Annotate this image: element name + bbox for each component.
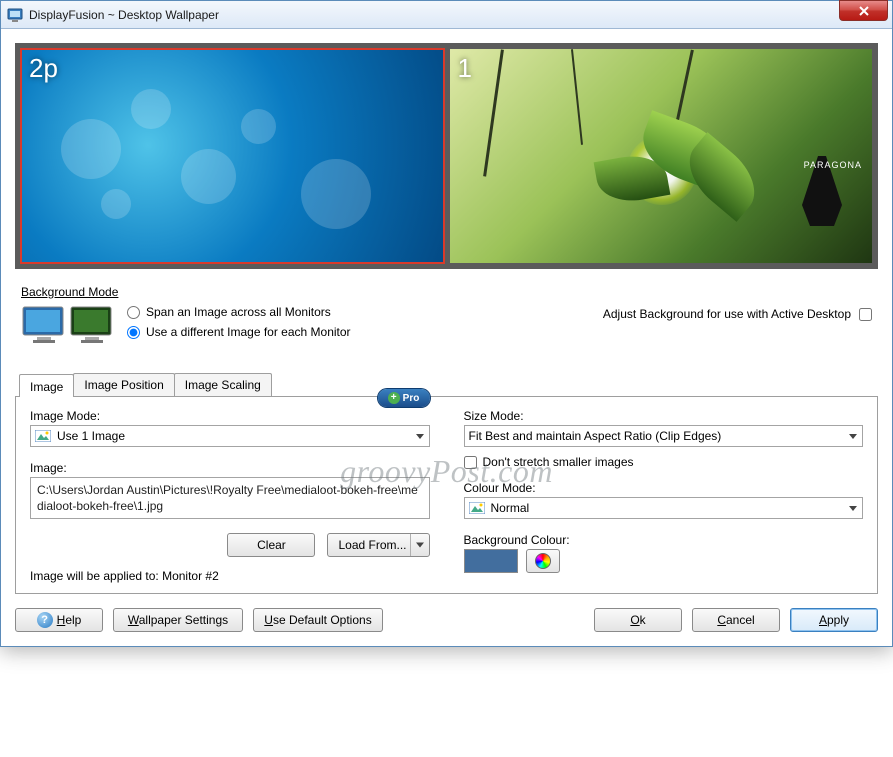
picture-icon [35, 430, 51, 442]
apply-button[interactable]: Apply [790, 608, 878, 632]
background-mode-row: Span an Image across all Monitors Use a … [15, 303, 878, 347]
radio-span-image-label: Span an Image across all Monitors [146, 305, 331, 319]
help-button[interactable]: ? Help [15, 608, 103, 632]
preview-frame: 2p 1 PAR [15, 43, 878, 269]
dont-stretch-label: Don't stretch smaller images [483, 455, 634, 469]
chevron-down-icon [844, 426, 862, 446]
size-mode-label: Size Mode: [464, 409, 864, 423]
colour-picker-button[interactable] [526, 549, 560, 573]
cancel-button[interactable]: Cancel [692, 608, 780, 632]
image-mode-combo[interactable]: Use 1 Image [30, 425, 430, 447]
clear-button[interactable]: Clear [227, 533, 315, 557]
dialog-content: groovyPost.com 2p 1 [1, 29, 892, 646]
image-path-box[interactable]: C:\Users\Jordan Austin\Pictures\!Royalty… [30, 477, 430, 519]
picture-icon [469, 502, 485, 514]
radio-span-image[interactable]: Span an Image across all Monitors [127, 305, 351, 319]
colour-mode-value: Normal [491, 501, 530, 515]
app-icon [7, 7, 23, 23]
chevron-down-icon [411, 426, 429, 446]
colour-mode-label: Colour Mode: [464, 481, 864, 495]
monitor-green-icon [69, 303, 117, 347]
chevron-down-icon [416, 543, 424, 548]
colour-wheel-icon [535, 553, 551, 569]
plus-icon: + [388, 392, 400, 404]
close-button[interactable] [839, 0, 888, 21]
tab-image[interactable]: Image [19, 374, 74, 397]
image-mode-label: Image Mode: [30, 409, 430, 423]
adjust-background-label: Adjust Background for use with Active De… [603, 307, 851, 321]
pro-badge: + Pro [378, 389, 430, 407]
size-mode-combo[interactable]: Fit Best and maintain Aspect Ratio (Clip… [464, 425, 864, 447]
help-icon: ? [37, 612, 53, 628]
window-title: DisplayFusion ~ Desktop Wallpaper [29, 8, 219, 22]
radio-different-image-label: Use a different Image for each Monitor [146, 325, 351, 339]
use-default-options-button[interactable]: Use Default Options [253, 608, 383, 632]
radio-different-image[interactable]: Use a different Image for each Monitor [127, 325, 351, 339]
adjust-background-checkbox[interactable] [859, 308, 872, 321]
bottom-bar: ? Help Wallpaper Settings Use Default Op… [15, 608, 878, 632]
preview-brand-text: PARAGONA [804, 160, 862, 170]
titlebar: DisplayFusion ~ Desktop Wallpaper [1, 1, 892, 29]
load-from-button-label: Load From... [338, 538, 406, 552]
radio-span-image-input[interactable] [127, 306, 140, 319]
tab-panel-image: + Pro Image Mode: Use 1 Image [15, 396, 878, 594]
monitor-preview-2[interactable]: 2p [21, 49, 444, 263]
monitor-preview-1[interactable]: 1 PARAGONA [450, 49, 873, 263]
chevron-down-icon [844, 498, 862, 518]
dont-stretch-row[interactable]: Don't stretch smaller images [464, 455, 864, 469]
ok-button[interactable]: Ok [594, 608, 682, 632]
size-mode-value: Fit Best and maintain Aspect Ratio (Clip… [469, 429, 722, 443]
background-colour-label: Background Colour: [464, 533, 864, 547]
help-button-label: elp [65, 613, 81, 627]
adjust-background-row: Adjust Background for use with Active De… [603, 303, 878, 321]
image-mode-value: Use 1 Image [57, 429, 125, 443]
close-icon [859, 6, 869, 16]
radio-different-image-input[interactable] [127, 326, 140, 339]
dialog-window: DisplayFusion ~ Desktop Wallpaper groovy… [0, 0, 893, 647]
monitor-blue-icon [21, 303, 69, 347]
wallpaper-settings-button[interactable]: Wallpaper Settings [113, 608, 243, 632]
monitor-preview-label: 2p [29, 53, 58, 84]
background-mode-icons [21, 303, 117, 347]
background-colour-swatch[interactable] [464, 549, 518, 573]
load-from-button[interactable]: Load From... [327, 533, 429, 557]
tab-image-position[interactable]: Image Position [73, 373, 174, 396]
background-mode-label: Background Mode [21, 285, 878, 299]
colour-mode-combo[interactable]: Normal [464, 497, 864, 519]
tab-image-scaling[interactable]: Image Scaling [174, 373, 272, 396]
dont-stretch-checkbox[interactable] [464, 456, 477, 469]
pro-badge-label: Pro [403, 393, 420, 404]
image-label: Image: [30, 461, 430, 475]
applied-to-note: Image will be applied to: Monitor #2 [30, 569, 430, 583]
monitor-preview-label: 1 [458, 53, 472, 84]
tabs: Image Image Position Image Scaling + Pro… [15, 373, 878, 594]
